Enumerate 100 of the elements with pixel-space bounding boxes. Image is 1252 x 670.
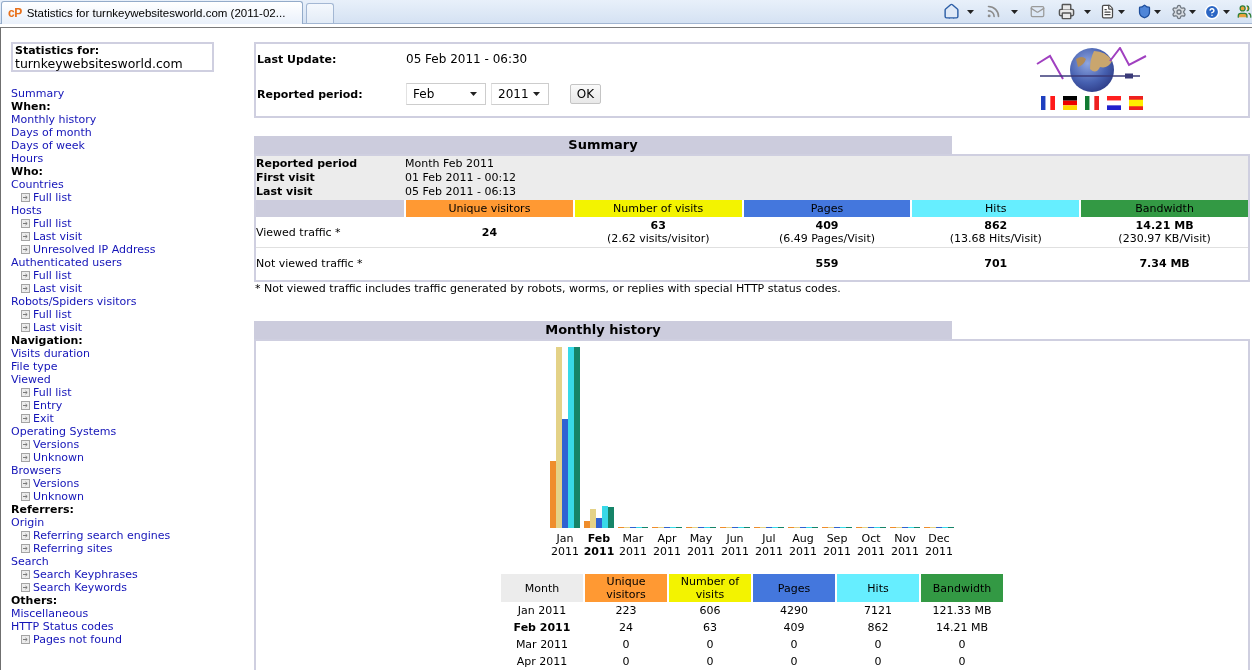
nav-link[interactable]: Hosts	[11, 204, 42, 217]
column-header: Hits	[912, 200, 1080, 217]
column-header: Unique visitors	[406, 200, 573, 217]
arrow-square-icon	[21, 440, 30, 449]
nav-sublink[interactable]: Full list	[33, 386, 72, 399]
home-icon[interactable]	[943, 3, 960, 20]
settings-icon[interactable]	[1171, 3, 1187, 20]
nav-link[interactable]: Monthly history	[11, 113, 97, 126]
table-cell-text: 0	[873, 654, 883, 670]
nav-link[interactable]: Days of week	[11, 139, 85, 152]
arrow-square-icon	[21, 219, 30, 228]
nav-link[interactable]: Search	[11, 555, 49, 568]
arrow-square-icon	[21, 193, 30, 202]
caret-icon[interactable]	[1118, 9, 1125, 14]
column-header: Hits	[837, 574, 919, 602]
feed-icon[interactable]	[986, 4, 1001, 19]
nav-sublink[interactable]: Unresolved IP Address	[33, 243, 156, 256]
caret-icon[interactable]	[1154, 9, 1161, 14]
month-select[interactable]: Feb	[406, 83, 486, 105]
nav-link[interactable]: Origin	[11, 516, 45, 529]
nav-link[interactable]: Days of month	[11, 126, 92, 139]
page-icon[interactable]	[1100, 4, 1115, 19]
caret-icon[interactable]	[1011, 9, 1018, 14]
caret-icon[interactable]	[967, 9, 974, 14]
help-icon[interactable]	[1204, 3, 1220, 20]
info-label: First visit	[256, 171, 316, 185]
nav-sublink[interactable]: Unknown	[33, 451, 85, 464]
nav-sublink[interactable]: Last visit	[33, 230, 83, 243]
globe-logo[interactable]	[1036, 47, 1148, 93]
nav-sublink[interactable]: Search Keywords	[33, 581, 127, 594]
nav-link[interactable]: File type	[11, 360, 58, 373]
caret-icon[interactable]	[533, 92, 540, 96]
print-icon[interactable]	[1058, 3, 1075, 20]
shield-icon[interactable]	[1137, 4, 1152, 19]
nav-sublink[interactable]: Entry	[33, 399, 63, 412]
table-cell-text: 0	[873, 637, 883, 653]
nav-link[interactable]: Browsers	[11, 464, 62, 477]
axis-label: Dec 2011	[924, 532, 954, 558]
table-cell-text: 0	[957, 654, 967, 670]
nav-link[interactable]: Summary	[11, 87, 65, 100]
arrow-square-icon	[21, 414, 30, 423]
people-icon[interactable]	[1237, 4, 1252, 19]
column-header: Number of visits	[669, 574, 751, 602]
nav-link[interactable]: HTTP Status codes	[11, 620, 114, 633]
section-title: Monthly history	[254, 321, 952, 339]
nav-link[interactable]: Operating Systems	[11, 425, 117, 438]
nav-sublink[interactable]: Full list	[33, 308, 72, 321]
nav-link[interactable]: Hours	[11, 152, 44, 165]
nav-link[interactable]: Countries	[11, 178, 64, 191]
value-text: 63	[650, 219, 666, 232]
nav-sublink[interactable]: Full list	[33, 217, 72, 230]
nav-sublink[interactable]: Referring sites	[33, 542, 113, 555]
caret-icon[interactable]	[470, 92, 477, 96]
section-title: Summary	[254, 136, 952, 154]
nav-link[interactable]: Miscellaneous	[11, 607, 89, 620]
row-label: Not viewed traffic *	[256, 256, 364, 270]
flag-icon[interactable]	[1041, 96, 1055, 110]
nav-heading: Others:	[11, 594, 58, 607]
field-label: Reported period:	[257, 87, 364, 101]
arrow-square-icon	[21, 245, 30, 254]
caret-icon[interactable]	[1223, 9, 1230, 14]
caret-icon[interactable]	[1189, 9, 1196, 14]
flag-icon[interactable]	[1107, 96, 1121, 110]
table-cell-text: 0	[621, 637, 631, 653]
nav-sublink[interactable]: Full list	[33, 191, 72, 204]
nav-sublink[interactable]: Search Keyphrases	[33, 568, 138, 581]
nav-link[interactable]: Viewed	[11, 373, 51, 386]
axis-label: Feb 2011	[582, 532, 616, 558]
nav-heading: Referrers:	[11, 503, 74, 516]
nav-sublink[interactable]: Versions	[33, 477, 80, 490]
year-select[interactable]: 2011	[491, 83, 549, 105]
table-cell-text: 862	[866, 620, 890, 636]
nav-sublink[interactable]: Exit	[33, 412, 54, 425]
nav-sublink[interactable]: Pages not found	[33, 633, 122, 646]
axis-label: Apr 2011	[652, 532, 682, 558]
info-value: 05 Feb 2011 - 06:13	[405, 185, 518, 199]
nav-link[interactable]: Robots/Spiders visitors	[11, 295, 137, 308]
nav-link[interactable]: Visits duration	[11, 347, 90, 360]
column-header: Number of visits	[574, 200, 742, 217]
column-header: Bandwidth	[1081, 200, 1248, 217]
column-header: Pages	[743, 200, 911, 217]
value-text: 409	[815, 219, 839, 232]
nav-sublink[interactable]: Last visit	[33, 282, 83, 295]
nav-sublink[interactable]: Unknown	[33, 490, 85, 503]
browser-tab[interactable]: cP Statistics for turnkeywebsitesworld.com (2011-02...	[1, 1, 303, 24]
nav-sublink[interactable]: Last visit	[33, 321, 83, 334]
ok-button[interactable]: OK	[570, 84, 601, 104]
nav-link[interactable]: Authenticated users	[11, 256, 122, 269]
column-header: Bandwidth	[921, 574, 1003, 602]
value-text: 24	[481, 225, 498, 239]
arrow-square-icon	[21, 635, 30, 644]
nav-sublink[interactable]: Versions	[33, 438, 80, 451]
arrow-square-icon	[21, 323, 30, 332]
arrow-square-icon	[21, 492, 30, 501]
nav-sublink[interactable]: Referring search engines	[33, 529, 171, 542]
caret-icon[interactable]	[1084, 9, 1091, 14]
flag-icon[interactable]	[1063, 96, 1077, 110]
nav-sublink[interactable]: Full list	[33, 269, 72, 282]
table-cell-text: 223	[614, 603, 638, 619]
nav-heading: Who:	[11, 165, 43, 178]
